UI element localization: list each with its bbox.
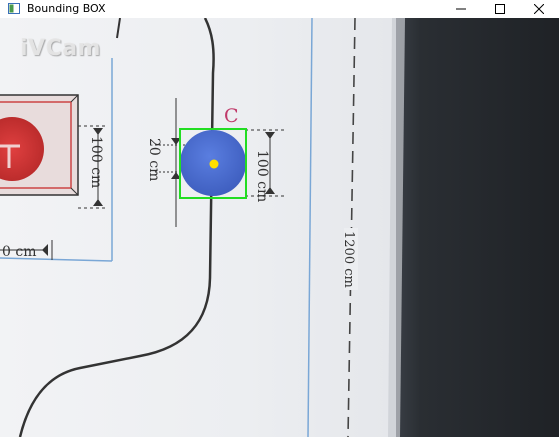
label-100cm-left: 100 cm [88,136,104,188]
label-20cm: 20 cm [146,138,162,181]
minimize-icon [456,8,466,10]
dark-background [396,18,559,437]
camera-scene: C 20 cm 100 cm 100 cm 0 cm 1200 cm [0,18,559,437]
window-title: Bounding BOX [27,2,106,15]
track-label-c: C [224,105,239,127]
label-1200cm: 1200 cm [341,231,356,288]
maximize-icon [495,4,505,14]
label-0cm: 0 cm [2,244,36,260]
app-window: Bounding BOX C 20 cm 100 cm 100 cm 0 cm … [0,0,559,437]
red-target-zone [0,94,79,196]
minimize-button[interactable] [441,0,481,18]
close-icon [534,4,544,14]
title-bar[interactable]: Bounding BOX [0,0,559,18]
ball-center-marker [209,159,219,169]
label-100cm-right: 100 cm [254,150,270,202]
app-icon [8,3,20,14]
ivcam-watermark: iVCam [20,36,101,61]
camera-frame: C 20 cm 100 cm 100 cm 0 cm 1200 cm iVCam [0,18,559,437]
maximize-button[interactable] [480,0,520,18]
close-button[interactable] [519,0,559,18]
